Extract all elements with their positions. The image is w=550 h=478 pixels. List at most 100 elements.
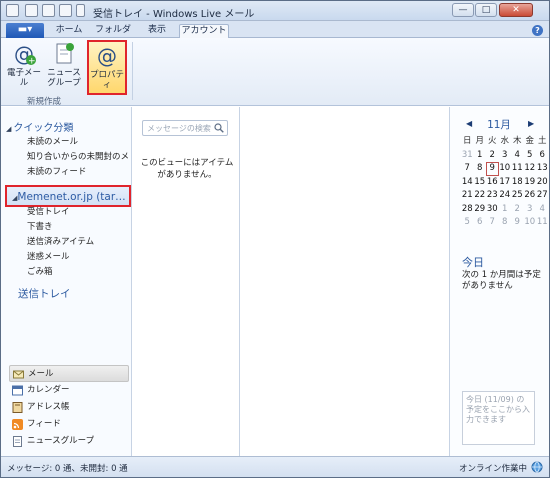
- calendar-day[interactable]: 1: [499, 203, 512, 217]
- calendar-day[interactable]: 10: [524, 216, 537, 230]
- calendar-day[interactable]: 2: [486, 149, 499, 163]
- calendar-day[interactable]: 28: [461, 203, 474, 217]
- nav-item-inbox[interactable]: 受信トレイ: [27, 205, 129, 217]
- calendar-day[interactable]: 29: [474, 203, 487, 217]
- switcher-newsgroups[interactable]: ニュースグループ: [9, 433, 129, 450]
- file-menu-button[interactable]: ▬▾: [6, 23, 44, 38]
- customize-quick-access-icon[interactable]: [76, 4, 85, 17]
- calendar-day[interactable]: 30: [486, 203, 499, 217]
- calendar-day[interactable]: 7: [461, 162, 474, 176]
- quick-add-event-input[interactable]: 今日 (11/09) の予定をここから入力できます: [462, 391, 535, 445]
- calendar-day[interactable]: 3: [499, 149, 512, 163]
- nav-item-drafts[interactable]: 下書き: [27, 220, 129, 232]
- calendar-day[interactable]: 1: [474, 149, 487, 163]
- tab-home[interactable]: ホーム: [51, 24, 87, 38]
- calendar-day[interactable]: 25: [511, 189, 524, 203]
- calendar-weekday: 金: [525, 136, 534, 146]
- calendar-day[interactable]: 27: [536, 189, 549, 203]
- calendar-day[interactable]: 19: [524, 176, 537, 190]
- minimize-button[interactable]: —: [452, 3, 474, 17]
- ribbon-tabs: ▬▾ ホーム フォルダー 表示 アカウント ?: [1, 21, 549, 48]
- calendar-week-row: 7 8 9 10 11 12 13: [461, 162, 549, 176]
- calendar-day[interactable]: 17: [499, 176, 512, 190]
- calendar-day[interactable]: 7: [486, 216, 499, 230]
- group-label-new: 新規作成: [26, 97, 61, 107]
- quick-views-header[interactable]: ◢ クイック分類: [6, 119, 73, 134]
- nav-item-unread-from-contacts[interactable]: 知り合いからの未開封のメ…: [27, 150, 129, 162]
- calendar-day[interactable]: 10: [499, 162, 512, 176]
- email-account-icon: @ +: [14, 42, 36, 67]
- calendar-icon: [12, 385, 23, 396]
- newsgroup-label-1: ニュース: [47, 68, 81, 78]
- email-account-button[interactable]: @ + 電子メール: [7, 42, 41, 88]
- newsgroup-label-2: グループ: [47, 78, 81, 88]
- calendar-week-row: 21 22 23 24 25 26 27: [461, 189, 549, 203]
- search-icon[interactable]: [214, 123, 224, 133]
- mini-calendar: 日月火水木金土 31 1 2 3 4 5 6 7 8 9 10 11 12 13 14 15 16 17 18 19 20…: [461, 135, 549, 230]
- calendar-weekday: 日: [462, 136, 472, 146]
- calendar-day[interactable]: 24: [499, 189, 512, 203]
- nav-item-junk[interactable]: 迷惑メール: [27, 250, 129, 262]
- tab-view[interactable]: 表示: [141, 24, 173, 38]
- calendar-day[interactable]: 8: [474, 162, 487, 176]
- switcher-address-book[interactable]: アドレス帳: [9, 399, 129, 416]
- calendar-day[interactable]: 5: [461, 216, 474, 230]
- calendar-day[interactable]: 26: [524, 189, 537, 203]
- calendar-day[interactable]: 3: [524, 203, 537, 217]
- nav-item-unread-mail[interactable]: 未読のメール: [27, 135, 129, 147]
- calendar-day[interactable]: 21: [461, 189, 474, 203]
- calendar-day[interactable]: 16: [486, 176, 499, 190]
- previous-month-button[interactable]: ◀: [466, 119, 472, 128]
- calendar-day[interactable]: 22: [474, 189, 487, 203]
- calendar-day[interactable]: 8: [499, 216, 512, 230]
- tab-account[interactable]: アカウント: [179, 24, 229, 39]
- newsgroup-button[interactable]: ニュース グループ: [46, 42, 82, 88]
- calendar-day[interactable]: 13: [536, 162, 549, 176]
- calendar-day[interactable]: 18: [511, 176, 524, 190]
- today-header[interactable]: 今日: [462, 254, 484, 270]
- calendar-week-row: 14 15 16 17 18 19 20: [461, 176, 549, 190]
- calendar-day[interactable]: 6: [474, 216, 487, 230]
- nav-item-sent[interactable]: 送信済みアイテム: [27, 235, 129, 247]
- close-button[interactable]: ✕: [499, 3, 533, 17]
- calendar-day[interactable]: 15: [474, 176, 487, 190]
- calendar-day[interactable]: 5: [524, 149, 537, 163]
- email-account-label: 電子メール: [7, 68, 42, 88]
- calendar-day[interactable]: 4: [511, 149, 524, 163]
- calendar-day[interactable]: 12: [524, 162, 537, 176]
- new-mail-icon[interactable]: [25, 4, 38, 17]
- app-menu-icon[interactable]: [6, 4, 19, 17]
- calendar-day[interactable]: 2: [511, 203, 524, 217]
- tab-folder[interactable]: フォルダー: [91, 24, 135, 48]
- account-header[interactable]: ◢Memenet.or.jp (tar…: [5, 185, 131, 207]
- nav-item-outbox[interactable]: 送信トレイ: [18, 286, 71, 301]
- help-icon[interactable]: ?: [532, 25, 543, 36]
- calendar-day[interactable]: 20: [536, 176, 549, 190]
- properties-button[interactable]: @ プロパティ: [87, 40, 127, 95]
- calendar-day[interactable]: 14: [461, 176, 474, 190]
- mail-icon: [13, 370, 24, 379]
- switcher-mail[interactable]: メール: [9, 365, 129, 382]
- calendar-day[interactable]: 11: [536, 216, 549, 230]
- calendar-day[interactable]: 31: [461, 149, 474, 163]
- maximize-button[interactable]: □: [475, 3, 497, 17]
- search-input[interactable]: メッセージの検索: [142, 120, 228, 136]
- newsgroup-icon: [56, 43, 74, 64]
- calendar-day[interactable]: 23: [486, 189, 499, 203]
- calendar-day[interactable]: 9: [511, 216, 524, 230]
- switcher-calendar[interactable]: カレンダー: [9, 382, 129, 399]
- calendar-day[interactable]: 6: [536, 149, 549, 163]
- switcher-feeds[interactable]: フィード: [9, 416, 129, 433]
- window-title: 受信トレイ - Windows Live メール: [93, 9, 255, 20]
- nav-item-deleted[interactable]: ごみ箱: [27, 265, 129, 277]
- calendar-day[interactable]: 4: [536, 203, 549, 217]
- svg-text:@: @: [97, 44, 117, 68]
- online-globe-icon[interactable]: [531, 461, 543, 473]
- calendar-day[interactable]: 11: [511, 162, 524, 176]
- calendar-day[interactable]: 9: [486, 162, 499, 176]
- reply-icon[interactable]: [42, 4, 55, 17]
- svg-text:+: +: [28, 57, 36, 67]
- send-receive-icon[interactable]: [59, 4, 72, 17]
- nav-item-unread-feeds[interactable]: 未読のフィード: [27, 165, 129, 177]
- next-month-button[interactable]: ▶: [528, 119, 534, 128]
